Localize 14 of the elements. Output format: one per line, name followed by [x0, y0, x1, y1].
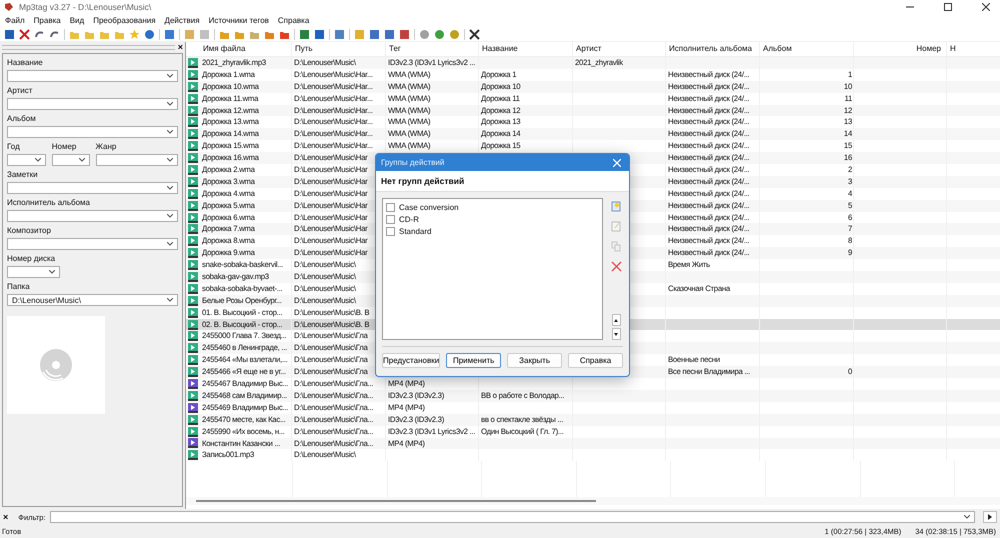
field-label: Жанр [96, 142, 118, 152]
dialog-title: Группы действий [381, 158, 444, 167]
window-title: Mp3tag v3.27 - D:\Lenouser\Music\ [19, 2, 152, 12]
field-label: Заметки [7, 170, 39, 180]
field-label: Композитор [7, 226, 52, 236]
field-label: Артист [7, 86, 34, 96]
field-label: Исполнитель альбома [7, 198, 91, 208]
dialog-heading: Нет групп действий [381, 176, 464, 186]
field-label: Папка [7, 282, 31, 292]
field-label: Год [7, 142, 21, 152]
field-label: Название [7, 58, 44, 68]
field-label: Альбом [7, 114, 37, 124]
field-label: Номер [52, 142, 78, 152]
field-label: Номер диска [7, 254, 56, 264]
